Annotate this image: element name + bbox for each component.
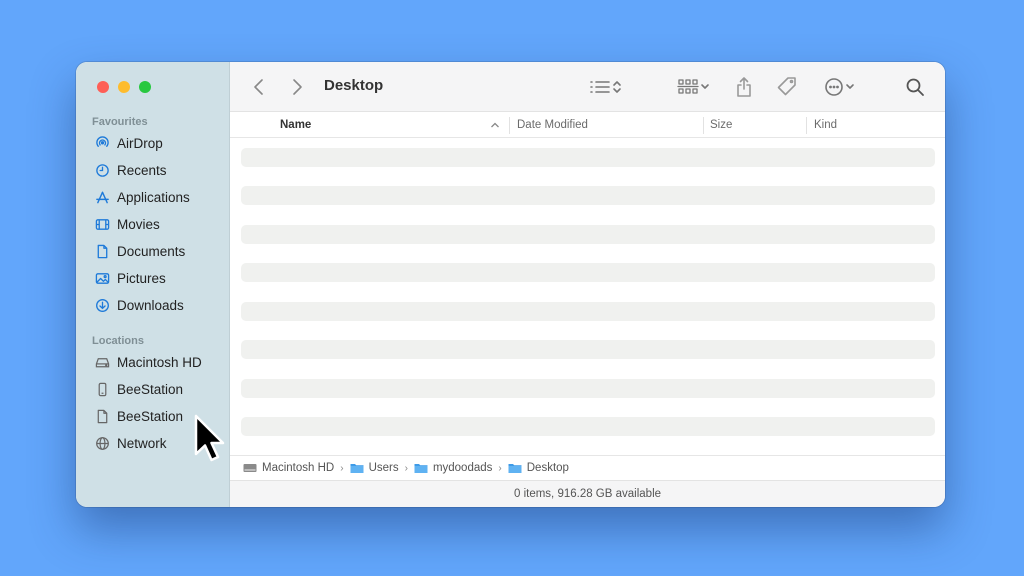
sort-ascending-icon [491, 122, 499, 128]
window-controls [97, 81, 151, 93]
column-name[interactable]: Name [280, 119, 311, 131]
empty-row-stripe [241, 302, 935, 321]
chevron-left-icon [254, 79, 263, 95]
clock-icon [94, 163, 110, 179]
empty-row-stripe [241, 379, 935, 398]
tag-button[interactable] [774, 75, 800, 99]
folder-icon [414, 464, 428, 473]
main-pane: Desktop Name Date Modified Size Kind Mac… [230, 62, 945, 507]
locations-heading: Locations [92, 335, 144, 347]
empty-row-stripe [241, 417, 935, 436]
sidebar-item-movies[interactable]: Movies [76, 211, 230, 238]
sidebar-item-label: BeeStation [117, 409, 184, 424]
chevron-right-icon: › [404, 462, 408, 474]
sidebar-item-macintosh-hd[interactable]: Macintosh HD [76, 349, 230, 376]
share-icon [737, 77, 751, 97]
column-separator[interactable] [806, 117, 807, 134]
sidebar-item-label: Downloads [117, 298, 184, 313]
sidebar-item-label: Movies [117, 217, 160, 232]
path-bar: Macintosh HD › Users › mydoodads › Deskt… [230, 455, 945, 480]
sidebar-item-airdrop[interactable]: AirDrop [76, 130, 230, 157]
column-kind[interactable]: Kind [814, 119, 837, 131]
share-button[interactable] [732, 75, 756, 99]
favourites-heading: Favourites [92, 116, 148, 128]
sidebar-item-applications[interactable]: Applications [76, 184, 230, 211]
harddrive-icon [243, 464, 257, 472]
empty-row-stripe [241, 186, 935, 205]
chevron-down-icon [846, 84, 854, 89]
file-list[interactable] [230, 139, 945, 455]
tag-icon [777, 77, 796, 96]
search-icon [906, 78, 924, 96]
folder-icon [508, 464, 522, 473]
download-icon [94, 298, 110, 314]
sidebar-item-recents[interactable]: Recents [76, 157, 230, 184]
back-button[interactable] [248, 76, 270, 98]
forward-button[interactable] [286, 76, 308, 98]
sidebar-item-pictures[interactable]: Pictures [76, 265, 230, 292]
column-size[interactable]: Size [710, 119, 732, 131]
sidebar-item-label: Applications [117, 190, 190, 205]
empty-row-stripe [241, 148, 935, 167]
window-title: Desktop [324, 77, 384, 94]
file-icon [94, 409, 110, 425]
column-date-modified[interactable]: Date Modified [517, 119, 588, 131]
sidebar-item-label: AirDrop [117, 136, 163, 151]
sidebar-item-beestation-device[interactable]: BeeStation [76, 376, 230, 403]
status-bar: 0 items, 916.28 GB available [230, 480, 945, 507]
favourites-list: AirDrop Recents Applications Movies Docu… [76, 130, 230, 319]
minimize-button[interactable] [118, 81, 130, 93]
more-options-icon [825, 78, 843, 96]
mouse-pointer-icon [194, 414, 225, 462]
list-view-icon [590, 81, 610, 93]
sidebar-item-label: Pictures [117, 271, 166, 286]
applications-icon [94, 190, 110, 206]
globe-icon [94, 436, 110, 452]
column-separator[interactable] [703, 117, 704, 134]
harddrive-icon [94, 355, 110, 371]
close-button[interactable] [97, 81, 109, 93]
path-crumb-macintosh-hd[interactable]: Macintosh HD [243, 462, 334, 474]
path-crumb-desktop[interactable]: Desktop [508, 462, 569, 474]
chevron-down-icon [701, 84, 709, 89]
sidebar-item-label: Recents [117, 163, 167, 178]
column-separator[interactable] [509, 117, 510, 134]
empty-row-stripe [241, 263, 935, 282]
sidebar-item-label: Macintosh HD [117, 355, 202, 370]
empty-row-stripe [241, 225, 935, 244]
document-icon [94, 244, 110, 260]
action-menu-button[interactable] [820, 76, 860, 98]
sidebar-item-label: BeeStation [117, 382, 184, 397]
folder-icon [350, 464, 364, 473]
device-icon [94, 382, 110, 398]
airdrop-icon [94, 136, 110, 152]
photo-icon [94, 271, 110, 287]
sidebar-item-label: Network [117, 436, 167, 451]
path-crumb-mydoodads[interactable]: mydoodads [414, 462, 492, 474]
path-crumb-users[interactable]: Users [350, 462, 399, 474]
sidebar-item-label: Documents [117, 244, 186, 259]
grid-group-icon [677, 79, 699, 94]
view-mode-button[interactable] [584, 76, 628, 98]
sidebar-item-downloads[interactable]: Downloads [76, 292, 230, 319]
film-icon [94, 217, 110, 233]
search-button[interactable] [903, 76, 927, 98]
zoom-button[interactable] [139, 81, 151, 93]
column-headers: Name Date Modified Size Kind [230, 113, 945, 138]
toolbar: Desktop [230, 62, 945, 112]
empty-row-stripe [241, 340, 935, 359]
updown-chevron-icon [613, 81, 621, 93]
sidebar-item-documents[interactable]: Documents [76, 238, 230, 265]
chevron-right-icon: › [498, 462, 502, 474]
chevron-right-icon: › [340, 462, 344, 474]
chevron-right-icon [293, 79, 302, 95]
group-button[interactable] [673, 76, 715, 98]
